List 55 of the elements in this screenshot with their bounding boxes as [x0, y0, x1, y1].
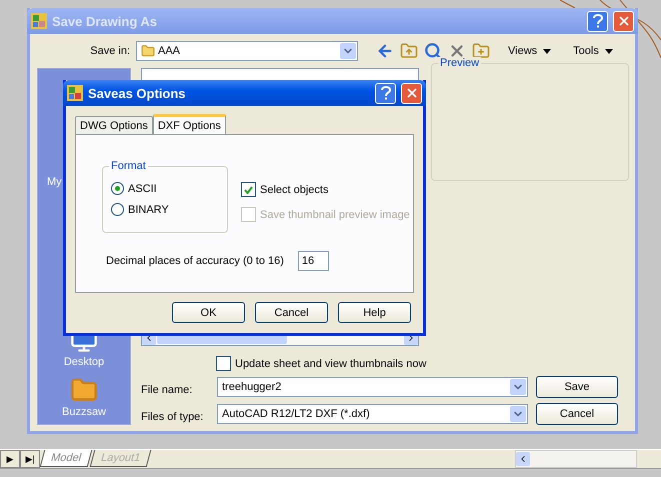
checkbox-label: Save thumbnail preview image — [260, 208, 410, 220]
new-folder-icon[interactable] — [472, 42, 490, 60]
close-button[interactable] — [401, 82, 422, 104]
accuracy-label: Decimal places of accuracy (0 to 16) — [106, 255, 284, 267]
checkbox[interactable] — [241, 182, 256, 197]
check-mark-icon — [244, 186, 253, 194]
file-type-dropdown[interactable]: AutoCAD R12/LT2 DXF (*.dxf) — [217, 404, 528, 424]
file-name-field[interactable]: treehugger2 — [217, 377, 528, 397]
dialog-title: Saveas Options — [88, 86, 187, 100]
radio-label: BINARY — [128, 204, 169, 216]
search-icon[interactable] — [424, 42, 442, 60]
close-icon — [404, 86, 418, 100]
dialog-button[interactable]: Cancel — [255, 302, 328, 323]
toolbar-menu[interactable]: Views — [504, 45, 556, 57]
tab[interactable]: DXF Options — [152, 114, 226, 134]
dropdown-arrow-icon — [543, 48, 552, 54]
dropdown-button[interactable] — [510, 406, 526, 422]
dialog-button[interactable]: Help — [338, 302, 411, 323]
cancel-button[interactable]: Cancel — [536, 403, 618, 425]
question-mark-icon — [592, 14, 602, 28]
app-icon — [31, 13, 47, 29]
radio-label: ASCII — [128, 182, 157, 194]
dropdown-arrow-icon — [604, 48, 613, 54]
radio-button[interactable] — [111, 182, 124, 195]
question-mark-icon — [380, 86, 390, 100]
preview-label: Preview — [438, 57, 482, 69]
accuracy-field[interactable]: 16 — [298, 251, 329, 271]
field-label: File name: — [141, 383, 194, 396]
group-label: Format — [109, 160, 148, 172]
nav-button[interactable]: ▶ — [0, 450, 20, 468]
help-button[interactable] — [587, 10, 608, 32]
radio-button[interactable] — [111, 203, 124, 216]
nav-button[interactable]: ▶| — [20, 450, 40, 468]
checkbox-label: Select objects — [260, 184, 328, 196]
close-icon — [616, 14, 630, 28]
save-button[interactable]: Save — [536, 376, 618, 398]
save-in-dropdown[interactable]: AAA — [136, 41, 358, 61]
help-button[interactable] — [375, 82, 396, 104]
field-label: Files of type: — [141, 410, 204, 423]
dropdown-button[interactable] — [340, 43, 356, 59]
dialog-button[interactable]: OK — [172, 302, 245, 323]
folder-icon — [141, 44, 155, 58]
tab[interactable]: DWG Options — [75, 116, 153, 134]
window-title: Save Drawing As — [52, 14, 158, 28]
save-in-label: Save in: — [89, 45, 130, 57]
scrollbar[interactable] — [515, 450, 637, 468]
app-icon — [67, 85, 83, 101]
close-button[interactable] — [613, 10, 634, 32]
checkbox[interactable] — [216, 356, 231, 371]
folder-up-icon[interactable] — [400, 42, 418, 60]
checkbox-label: Update sheet and view thumbnails now — [235, 358, 426, 370]
layout-tab[interactable]: Model — [40, 450, 92, 467]
back-icon[interactable] — [376, 42, 394, 60]
toolbar-menu[interactable]: Tools — [569, 45, 617, 57]
dropdown-button[interactable] — [510, 379, 526, 395]
